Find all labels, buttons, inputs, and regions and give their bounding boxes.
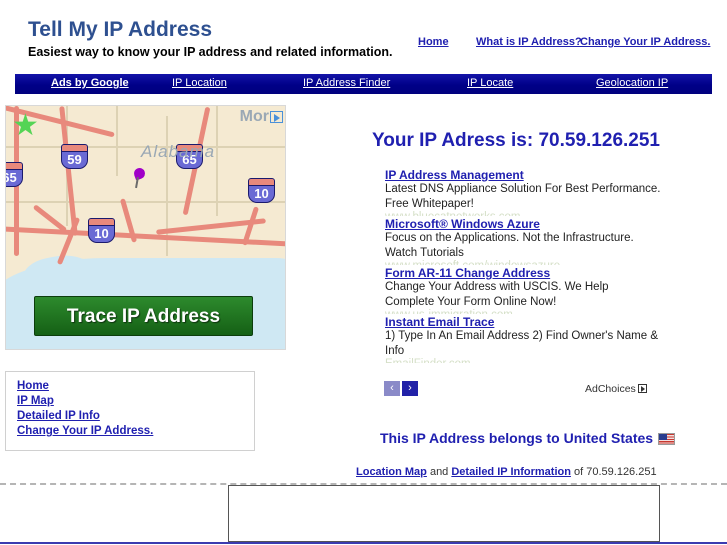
sidebar-item-ip-map[interactable]: IP Map — [17, 395, 54, 407]
minor-road — [6, 201, 285, 203]
sidebar-item-home[interactable]: Home — [17, 380, 49, 392]
nav-link-change-your-ip-address[interactable]: Change Your IP Address. — [580, 36, 710, 48]
ads-by-google-label: Ads by Google — [51, 77, 129, 89]
text-ad-title[interactable]: Instant Email Trace — [385, 315, 685, 329]
ip-address-headline: Your IP Adress is: 70.59.126.251 — [372, 130, 660, 151]
ad-next-arrow-icon[interactable]: › — [402, 381, 418, 396]
detail-middle-text: and — [426, 466, 452, 478]
text-ad-line-1: Focus on the Applications. Not the Infra… — [385, 232, 634, 244]
text-ad-url: www.us-immigration.com — [385, 309, 685, 314]
text-ad[interactable]: IP Address Management Latest DNS Applian… — [385, 168, 685, 216]
minor-road — [216, 106, 218, 216]
interstate-shield: 10 — [248, 178, 275, 203]
map-image: 65 59 65 10 10 ★ Alabama Mor Trace IP Ad… — [6, 106, 285, 349]
top-navigation: Home What is IP Address? Change Your IP … — [410, 36, 720, 52]
sidebar-item-detailed-ip-info[interactable]: Detailed IP Info — [17, 410, 100, 422]
text-ad-line-2: Watch Tutorials — [385, 246, 464, 259]
interstate-shield: 65 — [6, 162, 23, 187]
map-advertisement[interactable]: 65 59 65 10 10 ★ Alabama Mor Trace IP Ad… — [5, 105, 286, 350]
site-tagline: Easiest way to know your IP address and … — [28, 45, 393, 59]
text-ad-line-1: 1) Type In An Email Address 2) Find Owne… — [385, 330, 658, 342]
country-statement: This IP Address belongs to United States — [380, 430, 676, 446]
text-ad-line-2: Info — [385, 344, 405, 357]
ads-strip-link-ip-location[interactable]: IP Location — [172, 77, 227, 89]
ad-prev-arrow-icon[interactable]: ‹ — [384, 381, 400, 396]
ads-strip-link-geolocation-ip[interactable]: Geolocation IP — [596, 77, 668, 89]
map-more-label: Mor — [239, 108, 269, 125]
text-ad-line-2: Complete Your Form Online Now! — [385, 295, 557, 308]
ads-strip-link-ip-address-finder[interactable]: IP Address Finder — [303, 77, 390, 89]
text-ad-line-2: Free Whitepaper! — [385, 197, 474, 210]
interstate-shield: 59 — [61, 144, 88, 169]
text-ad-url: www.microsoft.com/windowsazure — [385, 260, 685, 265]
ads-strip-link-ip-locate[interactable]: IP Locate — [467, 77, 513, 89]
text-ad-title[interactable]: Form AR-11 Change Address — [385, 266, 685, 280]
text-ad-title[interactable]: IP Address Management — [385, 168, 685, 182]
google-text-ads: IP Address Management Latest DNS Applian… — [385, 168, 685, 378]
minor-road — [116, 106, 118, 176]
trace-ip-address-button[interactable]: Trace IP Address — [34, 296, 253, 336]
adchoices-triangle-icon[interactable] — [270, 111, 283, 123]
detailed-ip-information-link[interactable]: Detailed IP Information — [451, 466, 571, 478]
flag-canton — [659, 434, 668, 440]
text-ad[interactable]: Instant Email Trace 1) Type In An Email … — [385, 315, 685, 363]
detail-links-line: Location Map and Detailed IP Information… — [356, 466, 657, 478]
nav-link-home[interactable]: Home — [418, 36, 449, 48]
text-ad-url: EmailFinder.com — [385, 358, 685, 363]
bottom-divider — [0, 542, 727, 544]
interstate-shield: 10 — [88, 218, 115, 243]
detail-suffix-text: of 70.59.126.251 — [570, 466, 657, 478]
footer-ad-placeholder-box[interactable] — [228, 485, 660, 542]
page-title: Tell My IP Address — [28, 18, 213, 41]
text-ad[interactable]: Microsoft® Windows Azure Focus on the Ap… — [385, 217, 685, 265]
us-flag-icon — [658, 433, 676, 445]
ad-pagination-controls: ‹ › — [384, 381, 424, 396]
text-ad-line-1: Change Your Address with USCIS. We Help — [385, 281, 609, 293]
sidebar-item-change-your-ip-address[interactable]: Change Your IP Address. — [17, 425, 153, 437]
text-ad-url: www.bluecatnetworks.com — [385, 211, 685, 216]
text-ad-title[interactable]: Microsoft® Windows Azure — [385, 217, 685, 231]
pin-head — [132, 166, 147, 181]
map-state-label: Alabama — [141, 142, 216, 161]
location-map-link[interactable]: Location Map — [356, 466, 427, 478]
text-ad[interactable]: Form AR-11 Change Address Change Your Ad… — [385, 266, 685, 314]
adchoices-triangle-icon — [637, 384, 647, 393]
location-pin-icon — [132, 166, 147, 189]
pin-needle — [135, 176, 139, 189]
sidebar-link-box: Home IP Map Detailed IP Info Change Your… — [5, 371, 255, 451]
nav-link-what-is-ip-address[interactable]: What is IP Address? — [476, 36, 582, 48]
ads-by-google-strip: Ads by Google IP Location IP Address Fin… — [15, 74, 712, 94]
country-text: This IP Address belongs to United States — [380, 430, 654, 446]
adchoices-label[interactable]: AdChoices — [585, 383, 647, 395]
text-ad-line-1: Latest DNS Appliance Solution For Best P… — [385, 183, 661, 195]
adchoices-text: AdChoices — [585, 383, 636, 395]
site-header: Tell My IP Address Easiest way to know y… — [0, 0, 727, 70]
